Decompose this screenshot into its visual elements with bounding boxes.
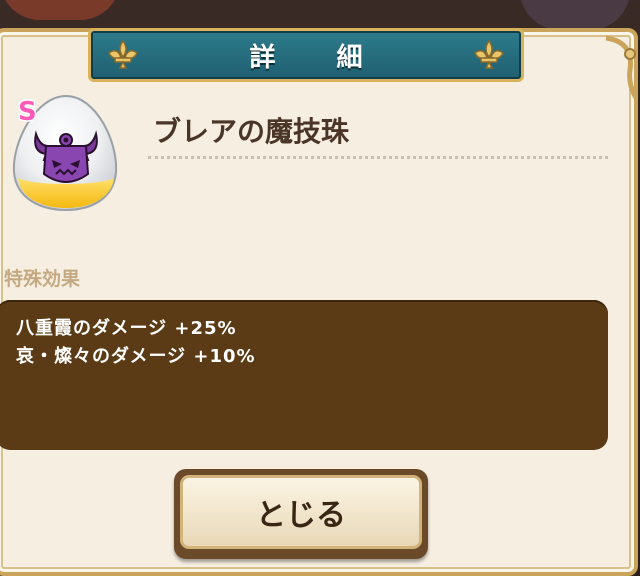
effect-line: 哀・燦々のダメージ +10% — [16, 346, 256, 367]
demon-orb-icon: S — [12, 94, 118, 212]
effect-line: 八重霞のダメージ +25% — [16, 318, 237, 339]
fleur-de-lis-icon — [108, 39, 138, 69]
close-button-face[interactable]: とじる — [180, 475, 422, 549]
detail-dialog: 詳 細 S ブレアの魔技珠 特殊効果 八重霞のダメージ +25% 哀・燦々のダメ… — [0, 28, 639, 576]
fleur-de-lis-icon — [474, 39, 504, 69]
corner-ornament-icon — [605, 35, 639, 100]
divider — [148, 156, 608, 159]
rank-badge: S — [18, 97, 37, 127]
dialog-title: 詳 細 — [249, 42, 389, 73]
close-button[interactable]: とじる — [174, 469, 428, 559]
close-button-label: とじる — [256, 498, 346, 533]
special-effects-box: 八重霞のダメージ +25% 哀・燦々のダメージ +10% — [0, 300, 608, 450]
item-name: ブレアの魔技珠 — [153, 115, 350, 148]
dialog-header: 詳 細 — [88, 28, 524, 82]
special-effects-label: 特殊効果 — [4, 268, 81, 290]
